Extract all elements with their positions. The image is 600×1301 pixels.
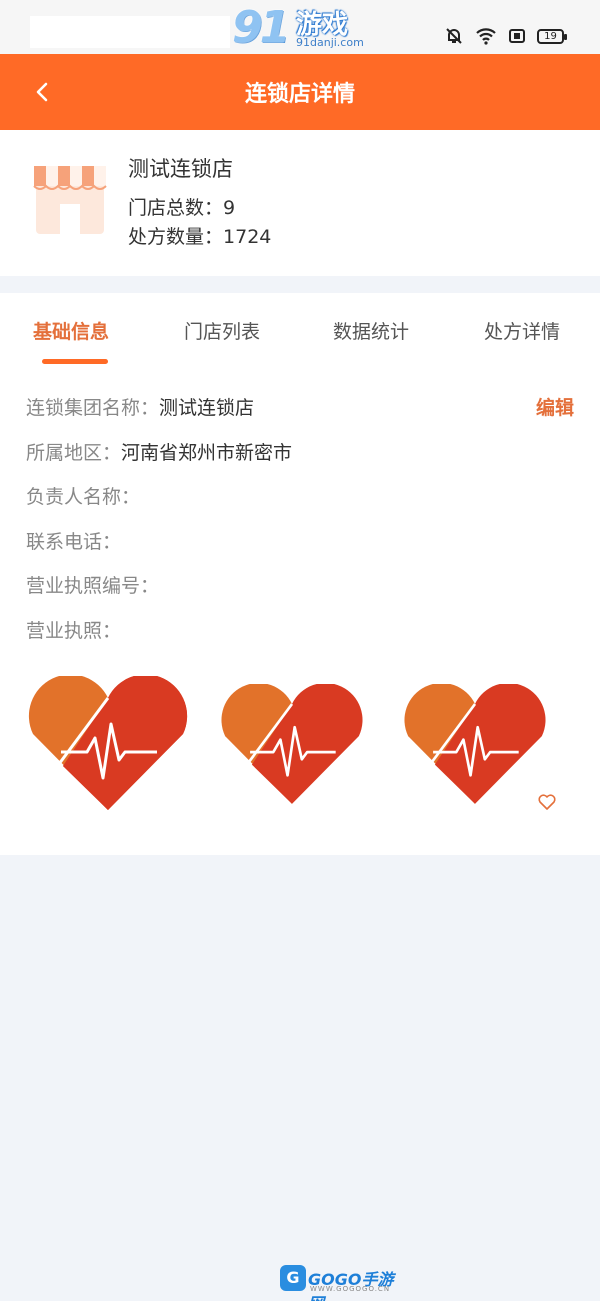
store-count: 门店总数：9 [128,193,235,220]
watermark-url: 91danji.com [296,36,364,49]
tab-store-list[interactable]: 门店列表 [184,317,260,344]
tab-data-statistics[interactable]: 数据统计 [333,317,409,344]
wifi-icon [475,27,497,45]
tab-bar: 基础信息 门店列表 数据统计 处方详情 [0,293,600,373]
prescription-count-label: 处方数量： [128,226,224,248]
store-count-label: 门店总数： [128,197,224,219]
sim-icon [509,29,525,43]
battery-icon: 19 [537,28,567,44]
footer-watermark-url: WWW.GOGOGO.CN [310,1285,391,1293]
footer-watermark-text: GOGO手游网 [308,1270,394,1301]
status-icons: 19 [445,25,567,47]
info-value: 测试连锁店 [159,397,255,419]
tab-basic-info[interactable]: 基础信息 [33,317,109,344]
info-row-region: 所属地区：河南省郑州市新密市 [26,438,292,465]
bell-off-icon [445,27,463,45]
gogo-logo-icon: G [280,1265,306,1291]
info-label: 营业执照： [26,620,122,642]
tab-active-indicator [42,359,108,364]
store-summary-card: 测试连锁店 门店总数：9 处方数量：1724 [0,130,600,276]
info-row-manager: 负责人名称： [26,482,140,509]
info-row-license-number: 营业执照编号： [26,571,159,598]
footer-watermark: G GOGO手游网 WWW.GOGOGO.CN [280,1265,400,1301]
watermark-logo: 91 游戏 91danji.com [232,2,368,54]
info-label: 负责人名称： [26,486,141,508]
storefront-icon [30,158,110,238]
page-title: 连锁店详情 [244,82,355,107]
store-name: 测试连锁店 [128,157,233,181]
info-row-license: 营业执照： [26,616,121,643]
heart-icon[interactable] [537,792,557,812]
watermark-brand: 91 [232,2,290,53]
tab-prescription-details[interactable]: 处方详情 [484,317,560,344]
store-count-value: 9 [223,197,236,219]
info-label: 连锁集团名称： [26,397,160,419]
license-image-2[interactable] [218,684,366,806]
info-value: 河南省郑州市新密市 [121,442,293,464]
license-image-3[interactable] [401,684,549,806]
info-label: 营业执照编号： [26,575,160,597]
prescription-count-value: 1724 [223,226,272,248]
prescription-count: 处方数量：1724 [128,222,271,249]
edit-button[interactable]: 编辑 [536,393,574,420]
title-bar: 连锁店详情 [0,54,600,130]
status-bar-blank [30,16,230,48]
info-row-group-name: 连锁集团名称：测试连锁店 [26,393,254,420]
license-image-1[interactable] [25,676,191,812]
info-label: 所属地区： [26,442,122,464]
status-bar: 91 游戏 91danji.com 19 [0,0,600,54]
info-row-phone: 联系电话： [26,527,121,554]
info-label: 联系电话： [26,531,122,553]
